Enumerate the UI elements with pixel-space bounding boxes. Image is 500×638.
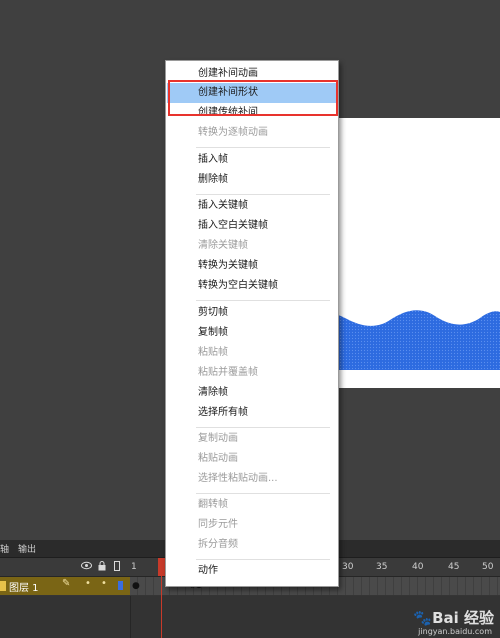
pencil-icon: ✎ xyxy=(62,578,71,589)
layer-icon xyxy=(0,581,6,591)
menu-item-insert-frame[interactable]: 插入帧 xyxy=(167,150,337,170)
menu-item-convert-to-blank-keyframe[interactable]: 转换为空白关键帧 xyxy=(167,276,337,296)
menu-item-copy-motion[interactable]: 复制动画 xyxy=(167,429,337,449)
ruler-tick: 40 xyxy=(412,562,424,572)
menu-separator xyxy=(196,427,330,428)
menu-separator xyxy=(196,147,330,148)
layer-cell[interactable]: 图层 1 ✎ • • xyxy=(0,577,130,595)
menu-item-remove-frames[interactable]: 删除帧 xyxy=(167,170,337,190)
dot-icon[interactable]: • xyxy=(85,578,91,589)
menu-item-split-audio[interactable]: 拆分音频 xyxy=(167,535,337,555)
menu-item-synchronize-symbols[interactable]: 同步元件 xyxy=(167,515,337,535)
timeline-divider xyxy=(130,596,131,638)
layer-outline-color[interactable] xyxy=(118,581,123,590)
lock-icon[interactable] xyxy=(98,561,106,575)
menu-item-insert-keyframe[interactable]: 插入关键帧 xyxy=(167,196,337,216)
menu-item-paste-motion-special[interactable]: 选择性粘贴动画... xyxy=(167,469,337,489)
menu-item-copy-frames[interactable]: 复制帧 xyxy=(167,323,337,343)
menu-separator xyxy=(196,493,330,494)
menu-item-actions[interactable]: 动作 xyxy=(167,561,337,581)
playhead-handle[interactable] xyxy=(158,558,165,576)
menu-item-cut-frames[interactable]: 剪切帧 xyxy=(167,303,337,323)
ruler-tick: 45 xyxy=(448,562,460,572)
menu-item-clear-frames[interactable]: 清除帧 xyxy=(167,383,337,403)
watermark-brand: 🐾Bai 经验 xyxy=(413,609,494,627)
menu-item-convert-to-keyframe[interactable]: 转换为关键帧 xyxy=(167,256,337,276)
layer-name[interactable]: 图层 1 xyxy=(9,579,39,594)
highlight-annotation-box xyxy=(168,80,338,116)
watermark-url: jingyan.baidu.com xyxy=(418,627,492,636)
ruler-tick: 30 xyxy=(342,562,354,572)
menu-separator xyxy=(196,300,330,301)
menu-separator xyxy=(196,559,330,560)
menu-item-convert-to-frame-by-frame[interactable]: 转换为逐帧动画 xyxy=(167,123,337,143)
dot-icon[interactable]: • xyxy=(101,578,107,589)
tab-timeline[interactable]: 轴 xyxy=(0,542,9,555)
frame-context-menu: 创建补间动画 创建补间形状 创建传统补间 转换为逐帧动画 插入帧 删除帧 插入关… xyxy=(165,60,339,587)
ruler-tick: 50 xyxy=(482,562,494,572)
menu-separator xyxy=(196,194,330,195)
menu-item-select-all-frames[interactable]: 选择所有帧 xyxy=(167,403,337,423)
ruler-tick: 1 xyxy=(131,562,137,572)
menu-item-clear-keyframe[interactable]: 清除关键帧 xyxy=(167,236,337,256)
playhead-line xyxy=(161,576,162,638)
keyframe-dot[interactable]: ● xyxy=(132,581,140,591)
menu-item-insert-blank-keyframe[interactable]: 插入空白关键帧 xyxy=(167,216,337,236)
outline-icon[interactable] xyxy=(114,561,120,575)
paw-icon: 🐾 xyxy=(413,609,433,627)
menu-item-reverse-frames[interactable]: 翻转帧 xyxy=(167,495,337,515)
ruler-tick: 35 xyxy=(376,562,388,572)
eye-icon[interactable] xyxy=(81,561,92,574)
menu-item-paste-and-overwrite-frames[interactable]: 粘贴并覆盖帧 xyxy=(167,363,337,383)
menu-item-paste-motion[interactable]: 粘贴动画 xyxy=(167,449,337,469)
menu-item-paste-frames[interactable]: 粘贴帧 xyxy=(167,343,337,363)
tab-output[interactable]: 输出 xyxy=(18,542,36,555)
